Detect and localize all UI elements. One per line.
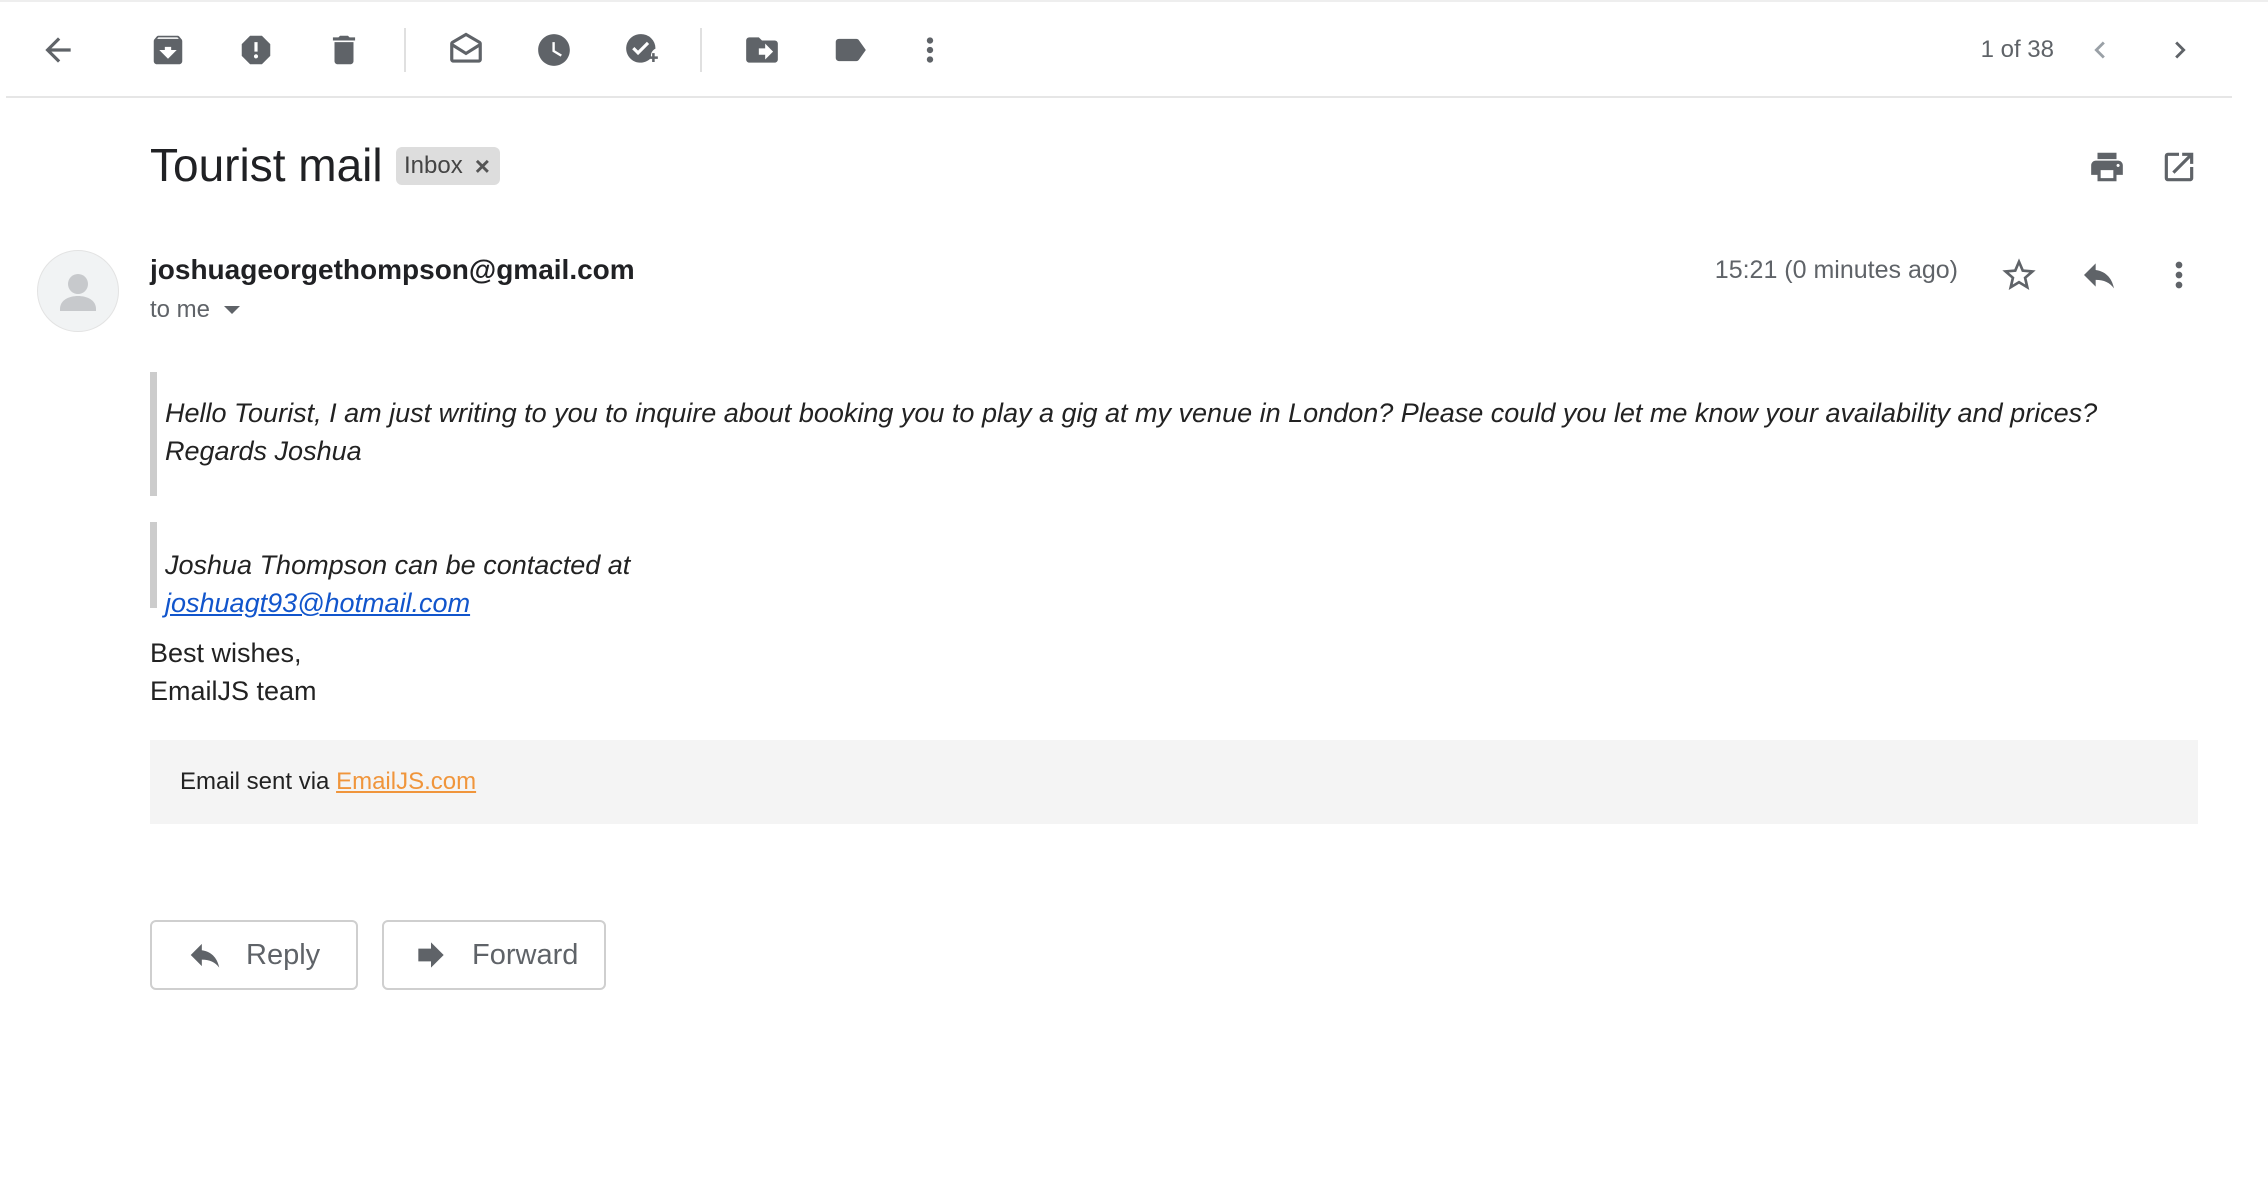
message-timestamp: 15:21 (0 minutes ago) — [1714, 256, 1958, 284]
recipient-label: to me — [150, 296, 211, 323]
reply-label: Reply — [246, 938, 321, 971]
more-vert-icon[interactable] — [902, 22, 958, 78]
forward-button[interactable]: Forward — [382, 920, 606, 990]
mark-unread-icon[interactable] — [438, 22, 494, 78]
snooze-icon[interactable] — [526, 22, 582, 78]
open-in-new-window-icon[interactable] — [2154, 142, 2204, 192]
pager-count: 1 of 38 — [1980, 36, 2054, 63]
default-person-icon — [60, 274, 96, 311]
label-text: Inbox — [404, 152, 463, 179]
move-to-icon[interactable] — [734, 22, 790, 78]
signoff-line-2: EmailJS team — [150, 676, 317, 706]
back-arrow-icon[interactable] — [30, 22, 86, 78]
sender-avatar — [37, 250, 119, 332]
emailjs-link[interactable]: EmailJS.com — [336, 768, 476, 795]
report-spam-icon[interactable] — [228, 22, 284, 78]
toolbar-divider — [404, 28, 406, 72]
toolbar-divider — [700, 28, 702, 72]
inquiry-text: Hello Tourist, I am just writing to you … — [165, 398, 2098, 466]
email-subject: Tourist mail — [150, 139, 383, 191]
chevron-down-icon — [224, 306, 241, 314]
sender-address[interactable]: joshuageorgethompson@gmail.com — [150, 254, 635, 286]
print-icon[interactable] — [2082, 142, 2132, 192]
footer-prefix: Email sent via — [180, 768, 337, 795]
delete-icon[interactable] — [316, 22, 372, 78]
reply-arrow-icon — [190, 943, 220, 968]
toolbar: 1 of 38 — [6, 2, 2232, 98]
contact-email-link[interactable]: joshuagt93@hotmail.com — [165, 588, 470, 618]
contact-line: Joshua Thompson can be contacted at josh… — [165, 546, 1065, 622]
contact-prefix: Joshua Thompson can be contacted at — [165, 550, 631, 580]
remove-label-icon[interactable]: × — [475, 151, 490, 182]
footer-text: Email sent via EmailJS.com — [180, 768, 476, 796]
emailjs-footer: Email sent via EmailJS.com — [150, 740, 2198, 824]
message-quote-contact: Joshua Thompson can be contacted at josh… — [150, 522, 1065, 618]
reply-button[interactable]: Reply — [150, 920, 358, 990]
older-chevron-left-icon[interactable] — [2072, 22, 2128, 78]
newer-chevron-right-icon[interactable] — [2152, 22, 2208, 78]
recipient-details-toggle[interactable]: to me — [150, 296, 241, 324]
forward-arrow-icon — [418, 942, 444, 968]
message-more-vert-icon[interactable] — [2152, 248, 2206, 302]
archive-icon[interactable] — [140, 22, 196, 78]
star-icon[interactable] — [1992, 248, 2046, 302]
signoff-line-1: Best wishes, — [150, 638, 302, 668]
forward-label: Forward — [472, 938, 579, 971]
reply-icon[interactable] — [2072, 248, 2126, 302]
message-quote-inquiry: Hello Tourist, I am just writing to you … — [150, 372, 2165, 496]
label-icon[interactable] — [822, 22, 878, 78]
signoff: Best wishes, EmailJS team — [150, 634, 317, 710]
add-to-tasks-icon[interactable] — [614, 22, 670, 78]
inbox-label-chip: Inbox × — [396, 147, 500, 185]
